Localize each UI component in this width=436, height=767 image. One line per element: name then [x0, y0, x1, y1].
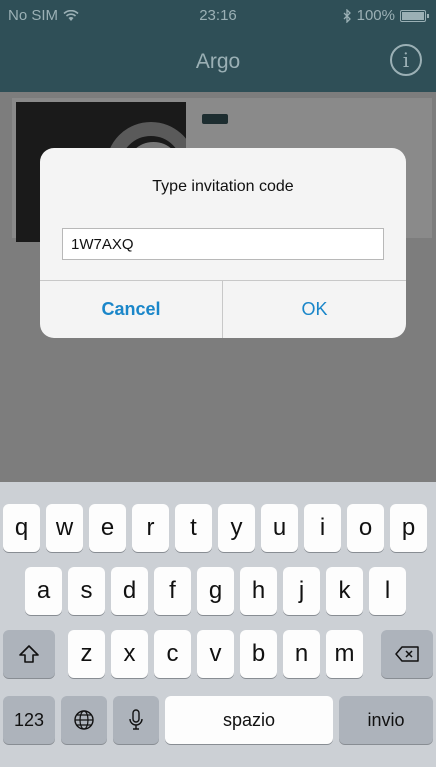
cancel-button[interactable]: Cancel	[40, 281, 222, 338]
ok-button[interactable]: OK	[223, 281, 406, 338]
key-b[interactable]: b	[240, 630, 277, 678]
nav-title: Argo	[195, 50, 241, 73]
status-bar: No SIM 23:16 100%	[0, 0, 436, 32]
delete-key[interactable]	[381, 630, 433, 678]
key-y[interactable]: y	[218, 504, 255, 552]
microphone-icon	[129, 709, 143, 730]
key-l[interactable]: l	[369, 567, 406, 615]
key-g[interactable]: g	[197, 567, 234, 615]
globe-icon	[74, 710, 94, 730]
keyboard: q w e r t y u i o p a s d f g h j k l z …	[0, 482, 436, 767]
key-i[interactable]: i	[304, 504, 341, 552]
bluetooth-icon	[343, 8, 351, 23]
alert-title: Type invitation code	[152, 178, 294, 195]
globe-key[interactable]	[61, 696, 107, 744]
key-w[interactable]: w	[46, 504, 83, 552]
key-o[interactable]: o	[347, 504, 384, 552]
key-n[interactable]: n	[283, 630, 320, 678]
return-key[interactable]: invio	[339, 696, 433, 744]
key-u[interactable]: u	[261, 504, 298, 552]
key-h[interactable]: h	[240, 567, 277, 615]
key-r[interactable]: r	[132, 504, 169, 552]
key-f[interactable]: f	[154, 567, 191, 615]
key-q[interactable]: q	[3, 504, 40, 552]
backspace-icon	[395, 646, 419, 662]
microphone-key[interactable]	[113, 696, 159, 744]
key-k[interactable]: k	[326, 567, 363, 615]
space-key[interactable]: spazio	[165, 696, 333, 744]
battery-area: 100%	[342, 7, 429, 24]
key-a[interactable]: a	[25, 567, 62, 615]
numbers-key[interactable]: 123	[3, 696, 55, 744]
key-m[interactable]: m	[326, 630, 363, 678]
key-s[interactable]: s	[68, 567, 105, 615]
key-j[interactable]: j	[283, 567, 320, 615]
info-icon[interactable]: i	[390, 44, 422, 76]
key-c[interactable]: c	[154, 630, 191, 678]
shift-icon	[19, 645, 39, 663]
key-z[interactable]: z	[68, 630, 105, 678]
battery-icon	[400, 9, 429, 22]
shift-key[interactable]	[3, 630, 55, 678]
key-v[interactable]: v	[197, 630, 234, 678]
key-x[interactable]: x	[111, 630, 148, 678]
lock-battery-icon	[202, 114, 228, 124]
navigation-bar: Argo i	[0, 32, 436, 92]
invitation-alert: Type invitation code Cancel OK	[40, 148, 406, 338]
key-e[interactable]: e	[89, 504, 126, 552]
invitation-code-input[interactable]	[62, 228, 384, 260]
key-p[interactable]: p	[390, 504, 427, 552]
key-t[interactable]: t	[175, 504, 212, 552]
battery-percent: 100%	[356, 7, 395, 24]
key-d[interactable]: d	[111, 567, 148, 615]
